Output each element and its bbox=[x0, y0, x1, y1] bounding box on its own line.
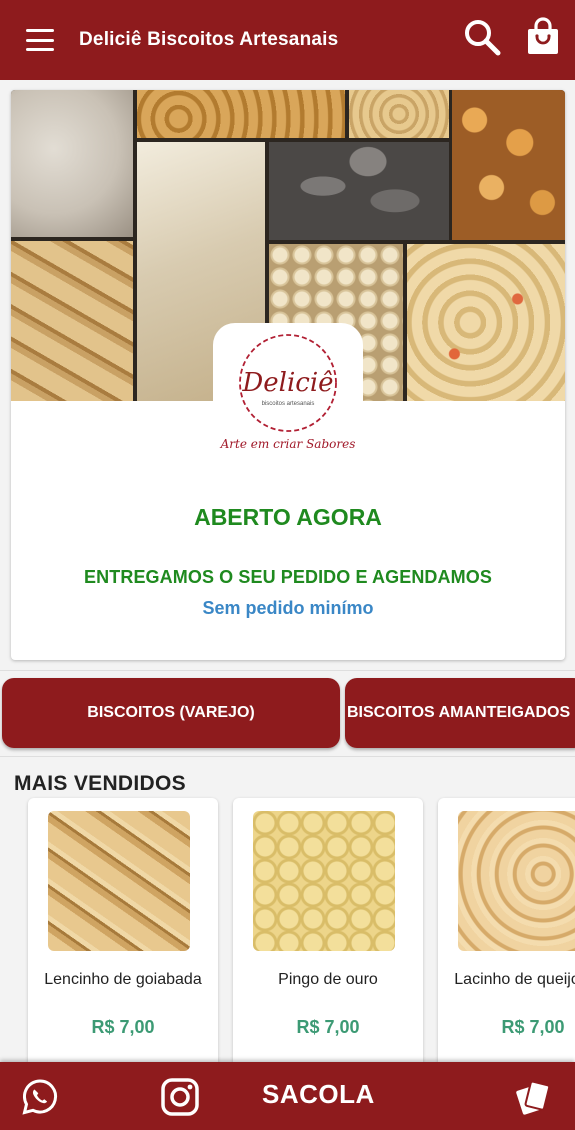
product-name: Pingo de ouro bbox=[278, 971, 378, 988]
store-info-card: Deliciê biscoitos artesanais Arte em cri… bbox=[11, 90, 565, 660]
store-open-status: ABERTO AGORA bbox=[194, 504, 382, 530]
product-price: R$ 7,00 bbox=[501, 1017, 565, 1037]
min-order-info: Sem pedido minímo bbox=[202, 598, 374, 618]
banner-tile bbox=[452, 90, 565, 240]
category-button-biscoitos-amanteigados[interactable]: BISCOITOS AMANTEIGADOS bbox=[345, 678, 575, 748]
bag-button-label[interactable]: SACOLA bbox=[262, 1079, 452, 1110]
app-title: Deliciê Biscoitos Artesanais bbox=[79, 29, 339, 50]
product-image bbox=[48, 811, 190, 951]
banner-tile bbox=[269, 142, 449, 240]
banner-tile bbox=[407, 244, 565, 401]
category-label: BISCOITOS AMANTEIGADOS bbox=[347, 704, 571, 721]
product-name: Lencinho de goiabada bbox=[44, 971, 202, 988]
product-image bbox=[253, 811, 395, 951]
search-icon[interactable] bbox=[462, 17, 502, 57]
store-tagline: Arte em criar Sabores bbox=[220, 437, 356, 451]
store-logo-box: Deliciê biscoitos artesanais Arte em cri… bbox=[213, 323, 363, 473]
logo-text: Deliciê bbox=[241, 368, 333, 398]
banner-tile bbox=[137, 90, 345, 138]
banner-tile bbox=[349, 90, 449, 138]
divider bbox=[0, 670, 575, 671]
product-card-lacinho-de-queijo[interactable]: Lacinho de queijo R$ 7,00 bbox=[438, 798, 575, 1068]
product-card-pingo-de-ouro[interactable]: Pingo de ouro R$ 7,00 bbox=[233, 798, 423, 1068]
product-card-lencinho-goiabada[interactable]: Lencinho de goiabada R$ 7,00 bbox=[28, 798, 218, 1068]
bottom-nav-bar: SACOLA bbox=[0, 1062, 575, 1130]
hamburger-menu-icon[interactable] bbox=[26, 29, 54, 51]
payment-cards-icon[interactable] bbox=[513, 1077, 553, 1117]
divider bbox=[0, 756, 575, 757]
banner-tile bbox=[11, 241, 133, 401]
store-logo: Deliciê biscoitos artesanais bbox=[239, 334, 337, 432]
instagram-icon[interactable] bbox=[160, 1077, 200, 1117]
delivery-info: ENTREGAMOS O SEU PEDIDO E AGENDAMOS bbox=[84, 567, 492, 587]
product-price: R$ 7,00 bbox=[296, 1017, 360, 1037]
banner-tile bbox=[11, 90, 133, 237]
whatsapp-icon[interactable] bbox=[20, 1077, 60, 1117]
top-app-bar: Deliciê Biscoitos Artesanais bbox=[0, 0, 575, 80]
product-image bbox=[458, 811, 575, 951]
logo-subtext: biscoitos artesanais bbox=[262, 401, 315, 407]
product-price: R$ 7,00 bbox=[91, 1017, 155, 1037]
shopping-bag-icon[interactable] bbox=[523, 17, 563, 57]
category-button-biscoitos-varejo[interactable]: BISCOITOS (VAREJO) bbox=[2, 678, 340, 748]
product-name: Lacinho de queijo bbox=[454, 971, 575, 988]
category-label: BISCOITOS (VAREJO) bbox=[87, 704, 255, 721]
app-screen: Deliciê Biscoitos Artesanais Deliciê bis… bbox=[0, 0, 575, 1130]
section-title-best-sellers: MAIS VENDIDOS bbox=[14, 772, 186, 795]
